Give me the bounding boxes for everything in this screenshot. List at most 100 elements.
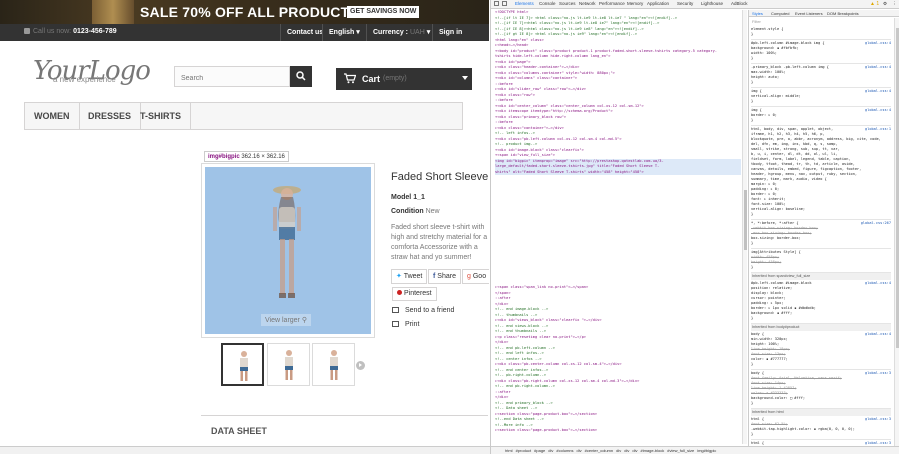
style-source-link[interactable]: global.css:3 — [865, 371, 891, 376]
print-link[interactable]: Print — [392, 321, 419, 328]
search-input[interactable] — [175, 69, 289, 88]
breadcrumb-item[interactable]: #product — [516, 448, 532, 453]
style-declaration[interactable]: } — [751, 401, 891, 406]
more-menu-icon[interactable]: ⋮ — [892, 1, 897, 7]
styles-filter-input[interactable]: Filter — [752, 19, 761, 24]
style-rule[interactable]: #pb-left-column #image-block img {global… — [751, 40, 891, 64]
pinterest-button[interactable]: Pinterest — [392, 287, 437, 301]
breadcrumb-item[interactable]: div — [577, 448, 582, 453]
tab-memory[interactable]: Memory — [627, 1, 643, 6]
tab-console[interactable]: Console — [539, 1, 556, 6]
thumbnail-1[interactable] — [221, 343, 264, 386]
style-source-link[interactable]: global.css:4 — [865, 332, 891, 337]
dom-scroll-thumb[interactable] — [744, 190, 747, 250]
style-rule[interactable]: img[Attributes Style] { width: 458px; he… — [751, 249, 891, 273]
style-source-link[interactable]: global.css:1 — [865, 127, 891, 132]
tab-application[interactable]: Application — [647, 1, 669, 6]
breadcrumb-item[interactable]: div — [548, 448, 553, 453]
breadcrumb-item[interactable]: div — [624, 448, 629, 453]
tab-dom-breakpoints[interactable]: DOM Breakpoints — [827, 10, 859, 17]
menu-item-women[interactable]: WOMEN — [25, 103, 80, 129]
style-declaration[interactable]: } — [751, 241, 891, 246]
thumbnail-2[interactable] — [267, 343, 310, 386]
style-declaration[interactable]: } — [751, 212, 891, 217]
style-rule[interactable]: body {global.css:3 font-family: Arial, H… — [751, 370, 891, 409]
style-rule[interactable]: #pb-left-column #image-block global.css:4… — [751, 280, 891, 324]
style-declaration[interactable]: } — [751, 56, 891, 61]
thumbnail-3[interactable] — [312, 343, 355, 386]
styles-scrollbar[interactable] — [894, 18, 899, 446]
view-larger-link[interactable]: View larger ⚲ — [261, 314, 311, 326]
share-button[interactable]: f Share — [428, 269, 461, 284]
thumbnail-next-icon[interactable] — [356, 361, 365, 370]
dom-scrollbar[interactable] — [742, 10, 747, 444]
language-selector[interactable]: English ▾ — [322, 24, 366, 41]
style-rule[interactable]: element.style {} — [751, 26, 891, 40]
style-source-link[interactable]: global.css:4 — [865, 89, 891, 94]
dom-tree[interactable]: <!DOCTYPE html> <!--[if lt IE 7]> <html c… — [495, 10, 741, 444]
style-source-link[interactable]: global.css:4 — [865, 108, 891, 113]
breadcrumb-item[interactable]: div — [616, 448, 621, 453]
search-field[interactable] — [174, 66, 290, 88]
tab-adblock[interactable]: AdBlock — [731, 1, 748, 6]
breadcrumb-item[interactable]: #center_column — [585, 448, 613, 453]
tab-elements[interactable]: Elements — [515, 1, 534, 6]
send-to-friend-link[interactable]: Send to a friend — [392, 307, 454, 314]
tab-performance[interactable]: Performance — [599, 1, 625, 6]
style-text: b, u, i, center, dl, dt, dd, ol, ul, li, — [751, 152, 838, 156]
tab-security[interactable]: Security — [677, 1, 693, 6]
warning-badge[interactable]: ▲ 1 — [870, 1, 879, 7]
promo-banner[interactable]: SALE 70% OFF ALL PRODUCTS GET SAVINGS NO… — [0, 0, 489, 24]
style-declaration[interactable]: } — [751, 32, 891, 37]
style-rule[interactable]: html {global.css:3 font-size: 62.5%; -we… — [751, 416, 891, 440]
style-rule[interactable]: .primary_block .pb-left-column img {glob… — [751, 64, 891, 88]
tab-sources[interactable]: Sources — [559, 1, 576, 6]
style-declaration[interactable]: } — [751, 118, 891, 123]
style-rule[interactable]: body {global.css:4 min-width: 320px; hei… — [751, 331, 891, 370]
product-image-highlight[interactable]: View larger ⚲ — [205, 167, 371, 334]
google-plus-button[interactable]: g Goo — [462, 269, 489, 284]
breadcrumb-item[interactable]: #image-block — [640, 448, 664, 453]
search-icon — [296, 71, 306, 81]
style-declaration[interactable]: } — [751, 265, 891, 270]
breadcrumb-item[interactable]: #page — [534, 448, 545, 453]
style-text: img[Attributes Style] { — [751, 250, 801, 254]
style-rule[interactable]: img {global.css:4 border: ▸ 0;} — [751, 107, 891, 126]
tab-event-listeners[interactable]: Event Listeners — [795, 10, 823, 17]
settings-gear-icon[interactable]: ⚙ — [883, 1, 887, 7]
style-rule[interactable]: img {global.css:4 vertical-align: middle… — [751, 88, 891, 107]
tab-computed[interactable]: Computed — [771, 10, 789, 17]
style-source-link[interactable]: global.css:4 — [865, 281, 891, 286]
dom-node-line[interactable]: ▸<section class="page-product-box">…</se… — [495, 428, 741, 434]
search-button[interactable] — [290, 66, 312, 87]
breadcrumb-item[interactable]: div — [632, 448, 637, 453]
get-savings-button[interactable]: GET SAVINGS NOW — [347, 6, 420, 18]
breadcrumb-item[interactable]: #view_full_size — [667, 448, 694, 453]
breadcrumb-item[interactable]: #columns — [556, 448, 573, 453]
share-label: Share — [437, 273, 456, 280]
currency-selector[interactable]: Currency : UAH ▾ — [366, 24, 436, 41]
tab-styles[interactable]: Styles — [752, 10, 763, 17]
style-declaration[interactable]: } — [751, 362, 891, 367]
style-source-link[interactable]: global.css:4 — [865, 65, 891, 70]
style-rule[interactable]: *, *:before, *:after {global.css:267 -we… — [751, 220, 891, 249]
style-source-link[interactable]: global.css:4 — [865, 41, 891, 46]
tab-lighthouse[interactable]: Lighthouse — [701, 1, 723, 6]
style-rule[interactable]: html, body, div, span, applet, object, gl… — [751, 126, 891, 220]
sign-in-link[interactable]: Sign in — [432, 24, 468, 41]
style-source-link[interactable]: global.css:3 — [865, 417, 891, 422]
device-toolbar-icon[interactable] — [502, 1, 507, 6]
cart-button[interactable]: Cart (empty) — [336, 68, 472, 90]
style-declaration[interactable]: } — [751, 432, 891, 437]
menu-item-tshirts[interactable]: T-SHIRTS — [131, 103, 192, 129]
style-declaration[interactable]: } — [751, 80, 891, 85]
style-source-link[interactable]: global.css:267 — [861, 221, 891, 226]
inspect-element-icon[interactable] — [494, 1, 499, 6]
breadcrumb-item[interactable]: html — [505, 448, 513, 453]
tab-network[interactable]: Network — [579, 1, 596, 6]
tweet-button[interactable]: ✦ Tweet — [391, 269, 428, 284]
product-image-block[interactable]: View larger ⚲ — [201, 163, 375, 338]
style-declaration[interactable]: } — [751, 99, 891, 104]
breadcrumb-item[interactable]: img#bigpic — [697, 448, 716, 453]
style-declaration[interactable]: } — [751, 316, 891, 321]
